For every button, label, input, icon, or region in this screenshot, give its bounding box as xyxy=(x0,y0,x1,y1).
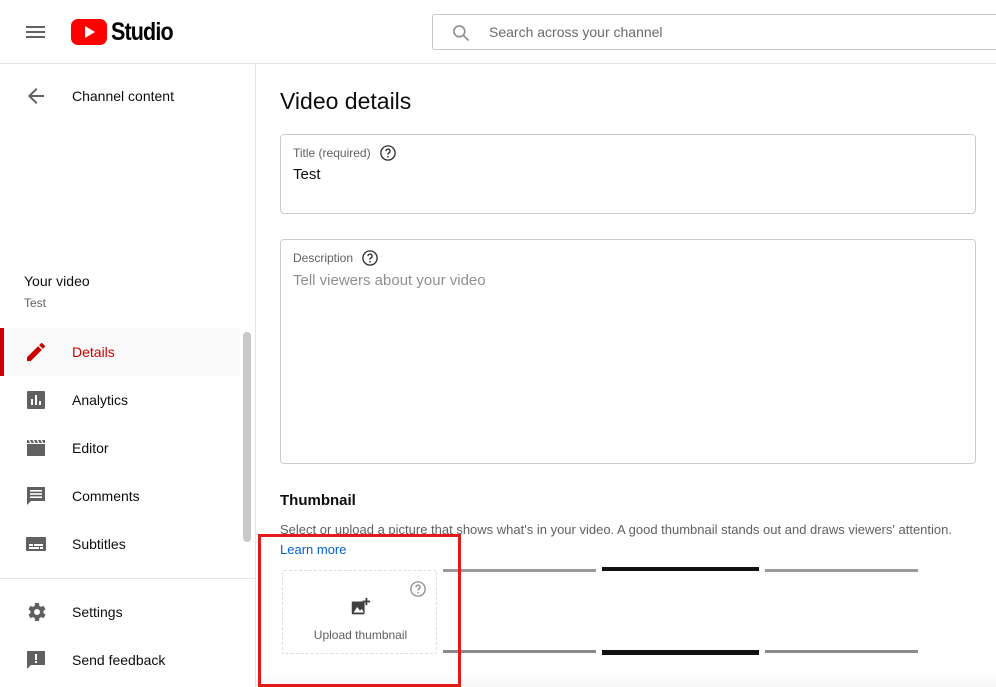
description-input[interactable]: Tell viewers about your video xyxy=(293,272,486,289)
bottom-fade xyxy=(256,672,996,687)
top-bar: Studio xyxy=(0,0,996,64)
description-field-label: Description xyxy=(293,251,354,265)
sidebar-scrollbar[interactable] xyxy=(243,332,251,542)
add-photo-icon xyxy=(351,597,371,615)
youtube-play-icon xyxy=(71,19,107,45)
sidebar-item-label: Analytics xyxy=(72,392,129,408)
title-input[interactable]: Test xyxy=(293,166,321,183)
page-title: Video details xyxy=(280,88,412,114)
sidebar-item-label: Comments xyxy=(72,488,140,504)
thumbnail-description: Select or upload a picture that shows wh… xyxy=(280,522,952,537)
sidebar-item-send-feedback[interactable]: Send feedback xyxy=(0,636,240,684)
sidebar-item-comments[interactable]: Comments xyxy=(0,472,240,520)
sidebar-item-label: Details xyxy=(72,344,115,360)
subtitles-icon xyxy=(26,537,46,551)
title-field-label-row: Title (required) xyxy=(293,144,397,162)
sidebar-divider xyxy=(0,578,255,579)
sidebar-item-settings[interactable]: Settings xyxy=(0,588,240,636)
upload-thumbnail-button[interactable]: Upload thumbnail xyxy=(282,570,437,654)
video-name: Test xyxy=(24,296,47,310)
sidebar-item-label: Subtitles xyxy=(72,536,126,552)
sidebar-item-editor[interactable]: Editor xyxy=(0,424,240,472)
back-to-channel-content[interactable]: Channel content xyxy=(0,76,255,116)
gear-icon xyxy=(28,603,46,621)
thumbnail-option-1-bottom[interactable] xyxy=(443,650,596,653)
learn-more-link[interactable]: Learn more xyxy=(280,542,346,557)
clapperboard-icon xyxy=(27,439,45,456)
sidebar-item-label: Send feedback xyxy=(72,652,166,668)
thumbnail-option-2-top[interactable] xyxy=(602,567,759,571)
comment-icon xyxy=(27,487,45,505)
help-circle-icon[interactable] xyxy=(379,144,397,162)
help-circle-icon[interactable] xyxy=(361,249,379,267)
help-circle-icon[interactable] xyxy=(409,580,427,598)
search-bar[interactable] xyxy=(432,14,996,50)
search-input[interactable] xyxy=(489,15,989,49)
thumbnail-option-3-bottom[interactable] xyxy=(765,650,918,653)
thumbnail-option-2-bottom[interactable] xyxy=(602,650,759,655)
your-video-heading: Your video xyxy=(24,273,90,289)
pencil-icon xyxy=(27,342,46,361)
description-field[interactable]: Description Tell viewers about your vide… xyxy=(280,239,976,464)
analytics-icon xyxy=(27,391,45,409)
sidebar-item-subtitles[interactable]: Subtitles xyxy=(0,520,240,568)
sidebar-item-details[interactable]: Details xyxy=(0,328,240,376)
back-label: Channel content xyxy=(72,88,174,104)
description-field-label-row: Description xyxy=(293,249,379,267)
sidebar-item-label: Editor xyxy=(72,440,109,456)
thumbnail-option-1-top[interactable] xyxy=(443,569,596,572)
studio-logo[interactable]: Studio xyxy=(71,17,183,46)
upload-thumbnail-label: Upload thumbnail xyxy=(313,628,408,642)
logo-text: Studio xyxy=(111,17,174,46)
sidebar-item-analytics[interactable]: Analytics xyxy=(0,376,240,424)
arrow-back-icon xyxy=(28,88,44,104)
main-content: Video details Title (required) Test Desc… xyxy=(256,64,996,687)
feedback-icon xyxy=(27,651,45,669)
thumbnail-option-3-top[interactable] xyxy=(765,569,918,572)
search-icon xyxy=(453,25,470,42)
title-field-label: Title (required) xyxy=(293,146,371,160)
title-field[interactable]: Title (required) Test xyxy=(280,134,976,214)
hamburger-menu-icon[interactable] xyxy=(20,17,50,47)
thumbnail-heading: Thumbnail xyxy=(280,492,356,509)
sidebar: Channel content Your video Test Details … xyxy=(0,64,256,687)
sidebar-item-label: Settings xyxy=(72,604,123,620)
